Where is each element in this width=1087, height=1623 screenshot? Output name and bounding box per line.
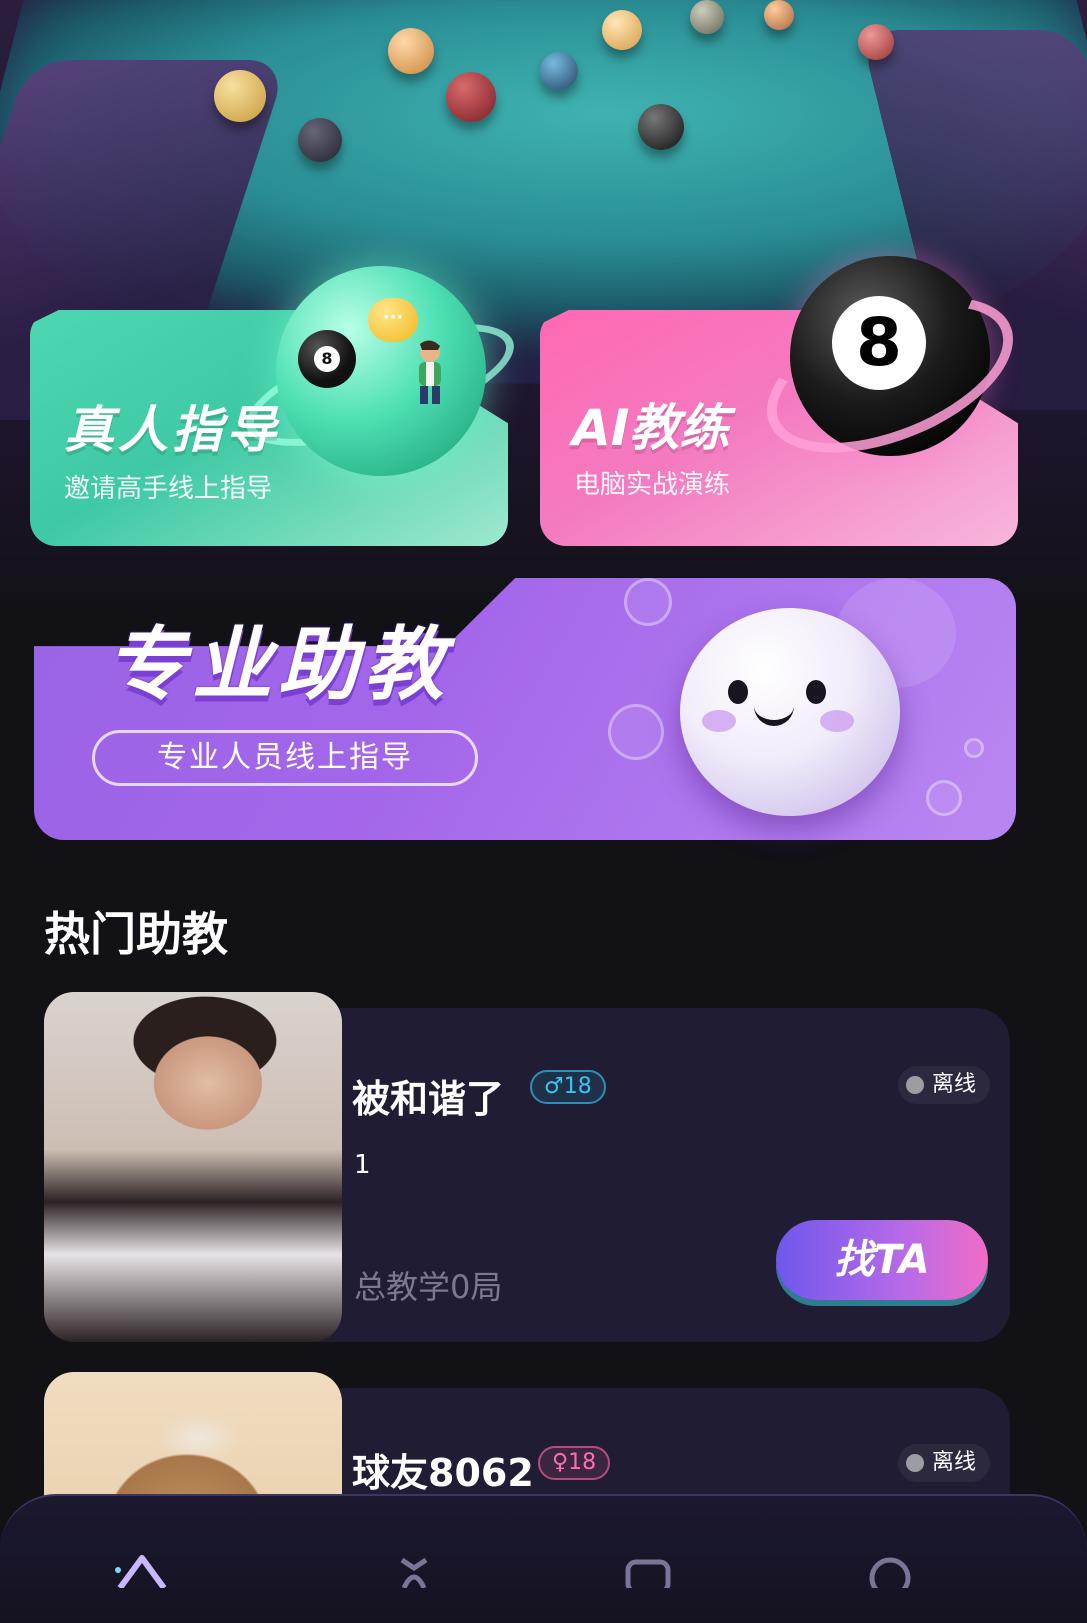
gender-age-badge: ♀18	[538, 1446, 611, 1480]
bubble-decoration	[624, 578, 672, 626]
bubble-decoration	[608, 704, 664, 760]
mascot-eye	[728, 680, 748, 704]
section-title: 热门助教	[44, 907, 228, 961]
chat-bubble-icon: ···	[368, 298, 418, 342]
mascot-blush	[820, 710, 854, 732]
bubble-decoration	[926, 780, 962, 816]
profile-icon[interactable]	[858, 1548, 922, 1588]
pool-ball	[446, 72, 496, 122]
mascot-eye	[806, 680, 826, 704]
ai-coach-subtitle: 电脑实战演练	[574, 470, 731, 500]
pool-ball	[298, 118, 342, 162]
assistant-name: 被和谐了	[352, 1077, 505, 1121]
bubble-decoration	[964, 738, 984, 758]
pool-ball	[764, 0, 794, 30]
gender-age-badge: ♂18	[530, 1070, 606, 1104]
male-icon: ♂	[544, 1074, 564, 1099]
mascot-blush	[702, 710, 736, 732]
pool-ball	[214, 70, 266, 122]
assistant-intro: 1	[354, 1150, 371, 1180]
pool-ball	[858, 24, 894, 60]
find-ta-button[interactable]: 找TA	[776, 1220, 988, 1300]
offline-dot-icon	[905, 1076, 924, 1094]
smiling-ball-mascot	[680, 608, 900, 816]
pool-ball	[690, 0, 724, 34]
real-coach-title: 真人指导	[64, 401, 280, 459]
assistant-name: 球友8062	[352, 1451, 534, 1495]
message-icon[interactable]	[616, 1548, 680, 1588]
coach-figurine-icon	[419, 340, 441, 404]
status-label: 离线	[931, 1450, 976, 1475]
status-badge: 离线	[897, 1444, 990, 1482]
ai-coach-title: AI教练	[572, 399, 730, 457]
age-label: 18	[568, 1450, 597, 1475]
assistant-card[interactable]: 被和谐了 ♂18 离线 1 总教学0局 找TA	[44, 992, 1010, 1342]
offline-dot-icon	[905, 1454, 924, 1472]
real-coach-subtitle: 邀请高手线上指导	[64, 474, 273, 504]
coach-icon[interactable]	[382, 1548, 446, 1588]
home-icon[interactable]	[110, 1548, 174, 1588]
eight-ball-number: 8	[314, 346, 340, 372]
status-label: 离线	[931, 1072, 976, 1097]
female-icon: ♀	[552, 1450, 569, 1475]
eight-ball-icon: 8	[298, 330, 356, 388]
app-screen: 8 ··· 真人指导 邀请高手线上指导 8 AI教练 电脑实战演练 专业助教 专…	[0, 0, 1087, 1623]
pro-assistant-title: 专业助教	[106, 618, 450, 711]
pool-ball	[388, 28, 434, 74]
age-label: 18	[563, 1074, 592, 1099]
pool-ball	[540, 52, 578, 90]
assistant-avatar[interactable]	[44, 992, 342, 1342]
pro-assistant-subtitle: 专业人员线上指导	[92, 730, 478, 786]
pool-ball	[638, 104, 684, 150]
mascot-mouth	[754, 704, 794, 726]
teaching-count: 总教学0局	[354, 1268, 503, 1306]
status-badge: 离线	[897, 1066, 990, 1104]
pool-ball	[602, 10, 642, 50]
